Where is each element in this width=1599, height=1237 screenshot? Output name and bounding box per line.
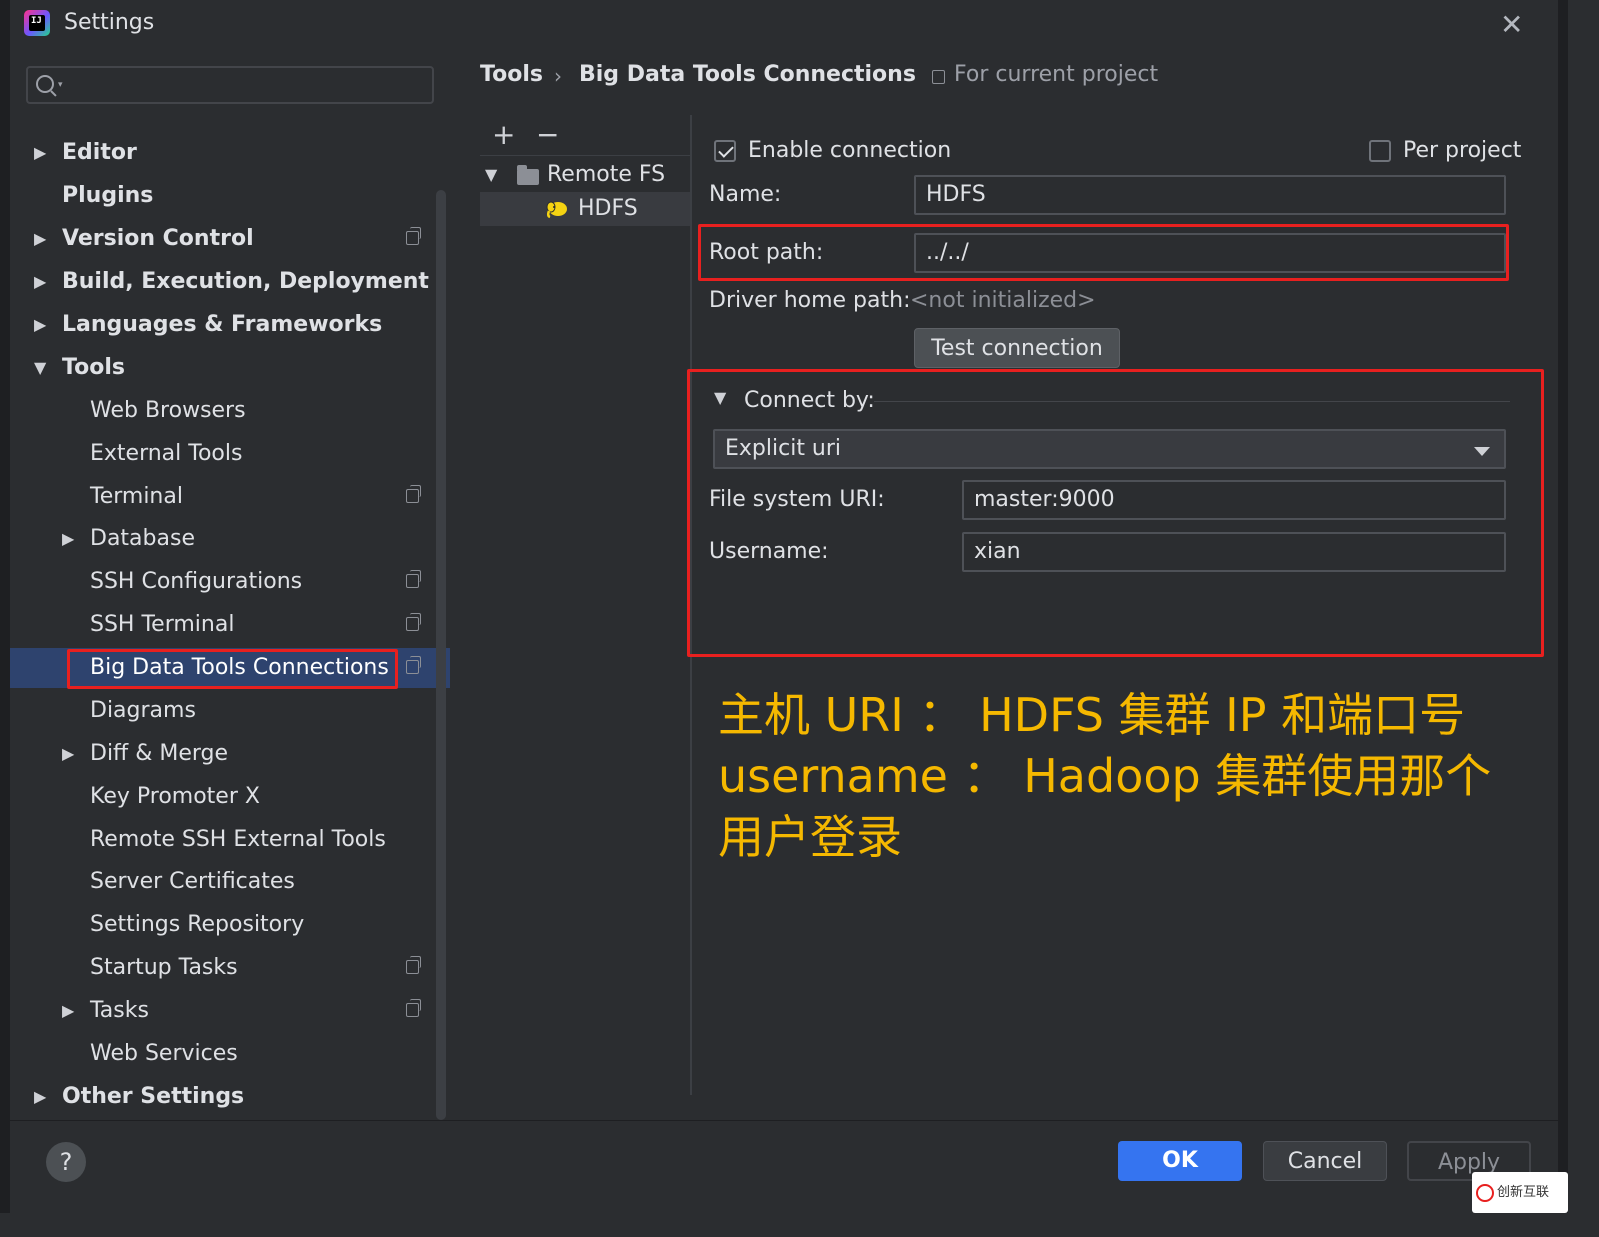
sidebar-item-version-control[interactable]: ▶ Version Control bbox=[10, 219, 450, 259]
name-field[interactable]: HDFS bbox=[914, 175, 1506, 215]
annotation-line-1: 主机 URI ： HDFS 集群 IP 和端口号 bbox=[718, 688, 1466, 742]
sidebar-item-startup-tasks[interactable]: Startup Tasks bbox=[10, 948, 450, 988]
section-divider bbox=[874, 401, 1510, 402]
sidebar-item-build-execution-deployment[interactable]: ▶ Build, Execution, Deployment bbox=[10, 262, 450, 302]
settings-search-input[interactable]: ▾ bbox=[26, 66, 434, 104]
sidebar-item-plugins[interactable]: Plugins bbox=[10, 176, 450, 216]
sidebar-item-diff-merge[interactable]: ▶ Diff & Merge bbox=[10, 734, 450, 774]
search-icon bbox=[36, 75, 54, 93]
expand-arrow-icon[interactable]: ▶ bbox=[34, 262, 46, 302]
enable-connection-checkbox[interactable] bbox=[714, 140, 736, 162]
project-scope-icon bbox=[406, 956, 421, 974]
file-system-uri-label: File system URI: bbox=[709, 487, 885, 512]
hadoop-elephant-icon bbox=[546, 201, 567, 219]
chevron-down-icon: ▾ bbox=[58, 80, 63, 90]
driver-home-path-label: Driver home path: bbox=[709, 288, 911, 313]
settings-dialog: IJ Settings ✕ ▾ ▶ Editor Plugins ▶ Versi… bbox=[10, 0, 1558, 1213]
footer-divider bbox=[10, 1120, 1558, 1121]
remove-connection-button[interactable]: − bbox=[536, 118, 559, 151]
sidebar-item-other-settings[interactable]: ▶ Other Settings bbox=[10, 1077, 450, 1117]
background-right-edge bbox=[1558, 0, 1568, 1213]
sidebar-item-external-tools[interactable]: External Tools bbox=[10, 434, 450, 474]
folder-icon bbox=[517, 165, 539, 185]
divider bbox=[480, 155, 690, 156]
collapse-arrow-icon[interactable]: ▼ bbox=[714, 388, 726, 407]
project-scope-icon bbox=[406, 570, 421, 588]
close-icon[interactable]: ✕ bbox=[1500, 8, 1523, 41]
per-project-checkbox[interactable] bbox=[1369, 140, 1391, 162]
enable-connection-label: Enable connection bbox=[748, 138, 952, 163]
watermark-icon bbox=[1476, 1183, 1494, 1202]
name-label: Name: bbox=[709, 182, 782, 207]
connect-by-select[interactable]: Explicit uri bbox=[713, 429, 1506, 469]
sidebar-item-tasks[interactable]: ▶ Tasks bbox=[10, 991, 450, 1031]
project-scope-icon bbox=[406, 999, 421, 1017]
driver-home-path-value: <not initialized> bbox=[910, 288, 1096, 313]
annotation-line-3: 用户登录 bbox=[718, 810, 902, 864]
intellij-logo-icon: IJ bbox=[24, 10, 50, 36]
sidebar-scrollbar[interactable] bbox=[436, 190, 446, 1120]
expand-arrow-icon[interactable]: ▶ bbox=[34, 305, 46, 345]
annotation-line-2: username ： Hadoop 集群使用那个 bbox=[718, 749, 1492, 803]
sidebar-item-big-data-tools-connections[interactable]: Big Data Tools Connections bbox=[10, 648, 450, 688]
sidebar-item-ssh-configurations[interactable]: SSH Configurations bbox=[10, 562, 450, 602]
background-left-edge bbox=[0, 0, 10, 1213]
breadcrumb-parent[interactable]: Tools bbox=[480, 62, 543, 87]
sidebar-item-settings-repository[interactable]: Settings Repository bbox=[10, 905, 450, 945]
sidebar-item-web-browsers[interactable]: Web Browsers bbox=[10, 391, 450, 431]
sidebar-item-web-services[interactable]: Web Services bbox=[10, 1034, 450, 1074]
username-label: Username: bbox=[709, 539, 829, 564]
expand-arrow-icon[interactable]: ▶ bbox=[62, 519, 74, 559]
sidebar-item-terminal[interactable]: Terminal bbox=[10, 477, 450, 517]
file-system-uri-field[interactable]: master:9000 bbox=[962, 480, 1506, 520]
expand-arrow-icon[interactable]: ▶ bbox=[34, 133, 46, 173]
project-scope-icon bbox=[406, 485, 421, 503]
sidebar-item-key-promoter-x[interactable]: Key Promoter X bbox=[10, 777, 450, 817]
project-scope-icon bbox=[406, 613, 421, 631]
panel-splitter[interactable] bbox=[690, 115, 692, 1095]
username-field[interactable]: xian bbox=[962, 532, 1506, 572]
sidebar-item-ssh-terminal[interactable]: SSH Terminal bbox=[10, 605, 450, 645]
expand-arrow-icon[interactable]: ▶ bbox=[62, 991, 74, 1031]
project-scope-icon bbox=[406, 656, 421, 674]
project-scope-icon bbox=[932, 70, 945, 84]
dropdown-arrow-icon bbox=[1474, 447, 1490, 456]
sidebar-item-editor[interactable]: ▶ Editor bbox=[10, 133, 450, 173]
page-title: Big Data Tools Connections bbox=[579, 62, 916, 87]
root-path-label: Root path: bbox=[709, 240, 824, 265]
scope-label: For current project bbox=[954, 62, 1159, 87]
sidebar-item-languages-frameworks[interactable]: ▶ Languages & Frameworks bbox=[10, 305, 450, 345]
watermark-logo: 创新互联 bbox=[1472, 1172, 1568, 1213]
sidebar-item-server-certificates[interactable]: Server Certificates bbox=[10, 862, 450, 902]
dialog-title: Settings bbox=[64, 10, 155, 35]
expand-arrow-icon[interactable]: ▶ bbox=[34, 1077, 46, 1117]
collapse-arrow-icon[interactable]: ▼ bbox=[485, 158, 497, 192]
sidebar-item-database[interactable]: ▶ Database bbox=[10, 519, 450, 559]
sidebar-item-remote-ssh-external-tools[interactable]: Remote SSH External Tools bbox=[10, 820, 450, 860]
connection-group-remote-fs[interactable]: ▼ Remote FS bbox=[480, 158, 690, 192]
per-project-label: Per project bbox=[1403, 138, 1522, 163]
add-connection-button[interactable]: + bbox=[492, 118, 515, 151]
breadcrumb-separator: › bbox=[554, 64, 562, 88]
help-button[interactable]: ? bbox=[46, 1142, 86, 1182]
sidebar-item-diagrams[interactable]: Diagrams bbox=[10, 691, 450, 731]
ok-button[interactable]: OK bbox=[1118, 1141, 1242, 1181]
collapse-arrow-icon[interactable]: ▼ bbox=[34, 348, 46, 388]
connect-by-label: Connect by: bbox=[744, 388, 875, 413]
cancel-button[interactable]: Cancel bbox=[1263, 1141, 1387, 1181]
test-connection-button[interactable]: Test connection bbox=[914, 328, 1120, 368]
sidebar-item-tools[interactable]: ▼ Tools bbox=[10, 348, 450, 388]
expand-arrow-icon[interactable]: ▶ bbox=[34, 219, 46, 259]
project-scope-icon bbox=[406, 227, 421, 245]
root-path-field[interactable]: ../../ bbox=[914, 233, 1506, 273]
connection-item-hdfs[interactable]: HDFS bbox=[480, 192, 690, 226]
expand-arrow-icon[interactable]: ▶ bbox=[62, 734, 74, 774]
